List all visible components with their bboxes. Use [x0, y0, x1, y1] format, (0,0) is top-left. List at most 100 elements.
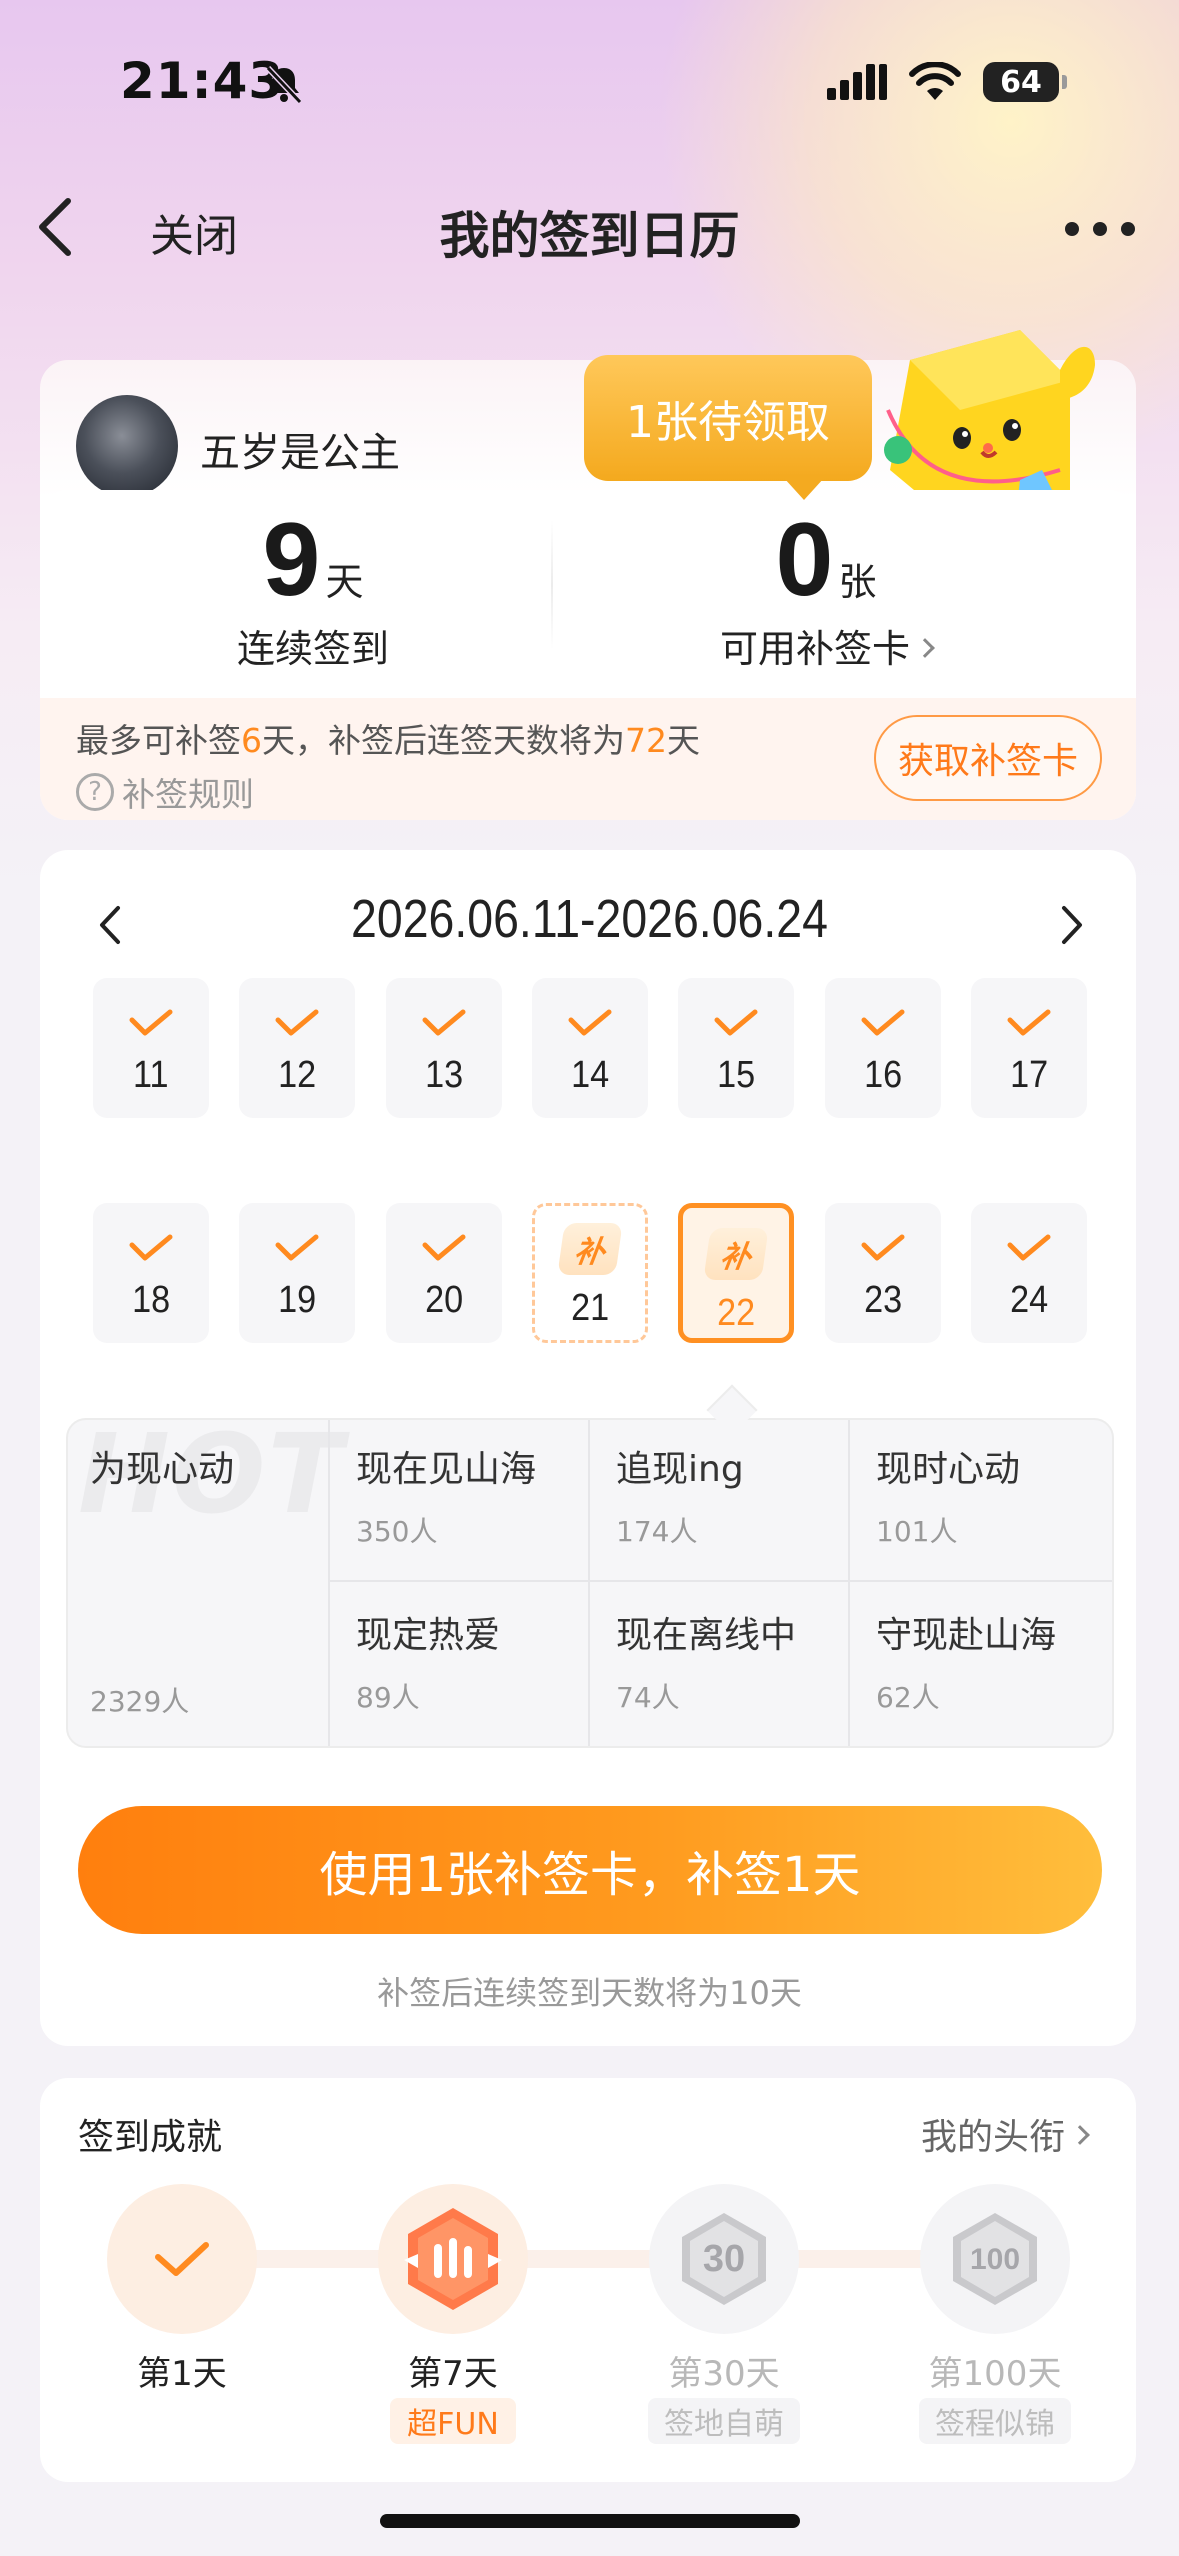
home-indicator[interactable] — [380, 2514, 800, 2528]
streak-value: 9 — [262, 502, 321, 618]
achievement-badge-day30[interactable]: 30 — [649, 2184, 799, 2334]
svg-text:30: 30 — [703, 2238, 745, 2280]
calendar-day[interactable]: 补 21 — [531, 1203, 648, 1343]
calendar-day[interactable]: 24 — [970, 1203, 1087, 1343]
group-item[interactable]: 现定热爱 89人 — [356, 1606, 500, 1716]
question-icon: ? — [76, 773, 114, 811]
username: 五岁是公主 — [200, 430, 400, 476]
day-number: 15 — [717, 1054, 756, 1096]
bell-muted-icon — [265, 65, 303, 105]
group-count: 74人 — [616, 1681, 680, 1714]
group-featured[interactable]: 为现心动 — [90, 1440, 234, 1492]
calendar-day[interactable]: 19 — [239, 1203, 356, 1343]
cards-unit: 张 — [838, 560, 877, 604]
makeup-mark: 补 — [703, 1228, 769, 1280]
close-button[interactable]: 关闭 — [150, 200, 238, 264]
achievement-tag: 超FUN — [390, 2398, 516, 2444]
makeup-info-text: 最多可补签6天，补签后连签天数将为72天 — [76, 714, 700, 762]
check-icon — [422, 1234, 466, 1261]
back-icon[interactable] — [34, 195, 82, 259]
makeup-rules-link[interactable]: ? 补签规则 — [76, 768, 254, 816]
group-name: 为现心动 — [90, 1449, 235, 1490]
pending-cards-bubble[interactable]: 1张待领取 — [584, 355, 872, 481]
group-name: 现定热爱 — [356, 1615, 501, 1656]
day-number: 11 — [133, 1054, 169, 1096]
get-makeup-card-button[interactable]: 获取补签卡 — [874, 715, 1102, 801]
makeup-hint: 补签后连续签到天数将为10天 — [377, 1974, 802, 2012]
check-icon — [1007, 1009, 1051, 1036]
chevron-right-icon — [1070, 2125, 1090, 2145]
group-item[interactable]: 守现赴山海 62人 — [876, 1606, 1056, 1716]
wifi-icon — [909, 62, 961, 100]
bubble-tail — [784, 478, 824, 500]
calendar-day[interactable]: 17 — [970, 978, 1087, 1118]
makeup-cards-stat[interactable]: 0 张 可用补签卡 — [556, 508, 1096, 673]
achievement-badge-day7[interactable] — [378, 2184, 528, 2334]
day-number: 20 — [424, 1279, 463, 1321]
group-item[interactable]: 追现ing 174人 — [616, 1440, 744, 1550]
achievement-badge-day100[interactable]: 100 — [920, 2184, 1070, 2334]
calendar-day[interactable]: 12 — [239, 978, 356, 1118]
achievement-tag: 签程似锦 — [919, 2398, 1071, 2444]
calendar-day[interactable]: 15 — [678, 978, 795, 1118]
group-count: 62人 — [876, 1681, 940, 1714]
calendar-week-2: 18 19 20 补 21 补 22 23 24 — [93, 1203, 1087, 1343]
group-item[interactable]: 现在见山海 350人 — [356, 1440, 536, 1550]
chevron-right-icon — [915, 637, 935, 658]
my-titles-link[interactable]: 我的头衔 — [920, 2108, 1090, 2160]
calendar-week-1: 11 12 13 14 15 16 17 — [93, 978, 1087, 1118]
check-icon — [155, 2242, 209, 2276]
day-number: 21 — [570, 1287, 610, 1329]
group-item[interactable]: 现在离线中 74人 — [616, 1606, 796, 1716]
day-number: 23 — [863, 1279, 902, 1321]
status-time: 21:43 — [120, 52, 285, 110]
achievement-label: 第30天 — [668, 2354, 780, 2394]
avatar[interactable] — [76, 395, 178, 497]
calendar-day[interactable]: 20 — [385, 1203, 502, 1343]
check-icon — [1007, 1234, 1051, 1261]
day-number: 16 — [863, 1054, 902, 1096]
group-name: 现在见山海 — [356, 1449, 537, 1490]
100-days-badge-icon: 100 — [953, 2213, 1037, 2305]
calendar-day[interactable]: 16 — [824, 978, 941, 1118]
group-name: 追现ing — [616, 1449, 744, 1490]
signal-icon — [827, 64, 887, 100]
stats-divider — [551, 520, 553, 650]
my-titles-label: 我的头衔 — [920, 2117, 1065, 2158]
group-name: 现时心动 — [876, 1449, 1021, 1490]
achievements-title: 签到成就 — [78, 2117, 223, 2158]
streak-unit: 天 — [325, 560, 364, 604]
group-divider — [330, 1580, 1112, 1582]
day-number: 22 — [717, 1292, 756, 1334]
group-divider — [328, 1420, 330, 1746]
chevron-right-icon[interactable] — [1056, 900, 1086, 950]
streak-stat: 9 天 连续签到 — [40, 508, 586, 673]
achievement-track — [180, 2250, 1040, 2268]
makeup-suffix: 天 — [667, 721, 700, 760]
calendar-day[interactable]: 13 — [385, 978, 502, 1118]
calendar-day[interactable]: 11 — [93, 978, 209, 1118]
calendar-day[interactable]: 23 — [824, 1203, 941, 1343]
check-icon — [714, 1009, 758, 1036]
check-icon — [861, 1009, 905, 1036]
calendar-day[interactable]: 14 — [531, 978, 648, 1118]
check-icon — [422, 1009, 466, 1036]
day-number: 13 — [424, 1054, 463, 1096]
calendar-day[interactable]: 18 — [93, 1203, 209, 1343]
group-count: 89人 — [356, 1681, 420, 1714]
more-icon[interactable] — [1065, 222, 1135, 236]
chevron-left-icon[interactable] — [96, 900, 126, 950]
check-icon — [275, 1234, 319, 1261]
group-count: 101人 — [876, 1515, 958, 1548]
group-item[interactable]: 现时心动 101人 — [876, 1440, 1020, 1550]
check-icon — [568, 1009, 612, 1036]
group-count: 2329人 — [90, 1685, 190, 1718]
calendar-day[interactable]: 补 22 — [678, 1203, 795, 1343]
day-number: 19 — [278, 1279, 317, 1321]
achievement-label: 第100天 — [928, 2354, 1062, 2394]
group-count: 350人 — [356, 1515, 438, 1548]
30-days-badge-icon: 30 — [682, 2213, 766, 2305]
achievement-badge-day1[interactable] — [107, 2184, 257, 2334]
battery-indicator: 64 — [983, 62, 1067, 102]
use-makeup-card-button[interactable]: 使用1张补签卡，补签1天 — [78, 1806, 1102, 1934]
